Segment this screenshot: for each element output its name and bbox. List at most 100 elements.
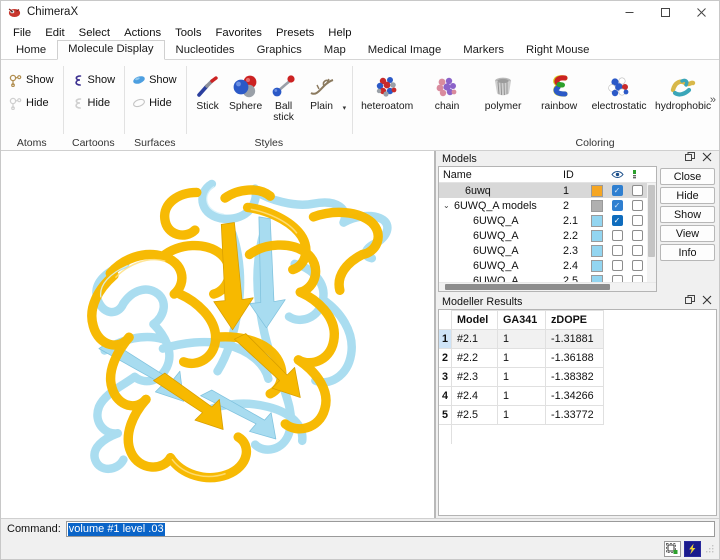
view-model-button[interactable]: View <box>660 225 715 242</box>
tab-map[interactable]: Map <box>313 41 357 60</box>
maximize-button[interactable] <box>647 1 683 23</box>
model-visibility-checkbox[interactable] <box>607 275 627 282</box>
menu-favorites[interactable]: Favorites <box>209 24 269 42</box>
model-select-checkbox[interactable] <box>627 200 647 211</box>
style-stick-button[interactable]: Stick <box>190 70 226 114</box>
table-header-row: Model GA341 zDOPE <box>439 311 604 330</box>
show-model-button[interactable]: Show <box>660 206 715 223</box>
atoms-hide-button[interactable]: Hide <box>5 94 59 112</box>
select-region-icon[interactable] <box>664 541 681 557</box>
color-polymer-button[interactable]: polymer <box>476 70 530 114</box>
hide-model-button[interactable]: Hide <box>660 187 715 204</box>
minimize-button[interactable] <box>611 1 647 23</box>
models-close-icon[interactable] <box>702 152 712 165</box>
ribbon-overflow-button[interactable]: » <box>710 94 716 106</box>
menu-file[interactable]: File <box>6 24 38 42</box>
row-index[interactable]: 4 <box>439 387 452 406</box>
menu-presets[interactable]: Presets <box>269 24 321 42</box>
tab-medical-image[interactable]: Medical Image <box>357 41 452 60</box>
close-model-button[interactable]: Close <box>660 168 715 185</box>
tab-home[interactable]: Home <box>5 41 57 60</box>
model-select-checkbox[interactable] <box>627 260 647 271</box>
modeller-close-icon[interactable] <box>702 295 712 308</box>
models-undock-icon[interactable] <box>685 152 695 165</box>
menu-actions[interactable]: Actions <box>117 24 168 42</box>
styles-dropdown-caret-icon[interactable]: ▾ <box>342 104 349 112</box>
style-plain-button[interactable]: Plain <box>304 70 340 114</box>
model-select-checkbox[interactable] <box>627 215 647 226</box>
surfaces-show-button[interactable]: Show <box>128 71 182 89</box>
table-row[interactable]: 5 #2.5 1 -1.33772 <box>439 406 604 425</box>
modeller-results-table-wrap[interactable]: Model GA341 zDOPE 1 #2.1 1 - <box>438 309 717 516</box>
style-sphere-button[interactable]: Sphere <box>228 70 264 114</box>
model-color-swatch[interactable] <box>587 245 607 257</box>
resize-grip-icon[interactable] <box>705 544 715 554</box>
style-ball-stick-button[interactable]: Ball stick <box>266 70 302 124</box>
model-visibility-checkbox[interactable] <box>607 200 627 211</box>
row-index[interactable]: 5 <box>439 406 452 425</box>
table-row[interactable]: 3 #2.3 1 -1.38382 <box>439 368 604 387</box>
color-bfactor-button[interactable]: b-factor <box>716 70 720 114</box>
model-color-swatch[interactable] <box>587 200 607 212</box>
table-row[interactable]: 6UWQ_A 2.1 <box>439 213 656 228</box>
color-rainbow-button[interactable]: rainbow <box>532 70 586 114</box>
row-index[interactable]: 1 <box>439 330 452 349</box>
table-row[interactable]: 1 #2.1 1 -1.31881 <box>439 330 604 349</box>
menu-edit[interactable]: Edit <box>38 24 71 42</box>
models-vertical-scrollbar[interactable] <box>647 183 656 282</box>
cartoons-hide-button[interactable]: Hide <box>67 94 121 112</box>
info-model-button[interactable]: Info <box>660 244 715 261</box>
model-select-checkbox[interactable] <box>627 245 647 256</box>
modeller-undock-icon[interactable] <box>685 295 695 308</box>
model-visibility-checkbox[interactable] <box>607 185 627 196</box>
tab-markers[interactable]: Markers <box>452 41 515 60</box>
close-button[interactable] <box>683 1 719 23</box>
table-row[interactable]: 4 #2.4 1 -1.34266 <box>439 387 604 406</box>
color-hydrophobic-button[interactable]: hydrophobic <box>652 70 714 114</box>
col-zdope[interactable]: zDOPE <box>546 311 604 330</box>
table-row[interactable]: 6UWQ_A 2.3 <box>439 243 656 258</box>
command-input[interactable]: volume #1 level .03 <box>66 521 715 537</box>
row-index[interactable]: 3 <box>439 368 452 387</box>
model-color-swatch[interactable] <box>587 260 607 272</box>
table-row[interactable]: 6UWQ_A 2.4 <box>439 258 656 273</box>
model-select-checkbox[interactable] <box>627 275 647 282</box>
color-electrostatic-button[interactable]: electrostatic <box>588 70 650 114</box>
menu-select[interactable]: Select <box>72 24 117 42</box>
row-twisty-icon[interactable]: ⌄ <box>443 201 452 210</box>
table-row[interactable]: 6UWQ_A 2.5 <box>439 273 656 282</box>
tab-nucleotides[interactable]: Nucleotides <box>165 41 246 60</box>
table-row[interactable]: 2 #2.2 1 -1.36188 <box>439 349 604 368</box>
model-color-swatch[interactable] <box>587 230 607 242</box>
menu-tools[interactable]: Tools <box>168 24 208 42</box>
color-heteroatom-button[interactable]: heteroatom <box>356 70 418 114</box>
col-ga341[interactable]: GA341 <box>498 311 546 330</box>
model-select-checkbox[interactable] <box>627 185 647 196</box>
model-color-swatch[interactable] <box>587 185 607 197</box>
model-visibility-checkbox[interactable] <box>607 260 627 271</box>
models-horizontal-scrollbar[interactable] <box>439 282 656 291</box>
model-visibility-checkbox[interactable] <box>607 215 627 226</box>
tab-molecule-display[interactable]: Molecule Display <box>57 40 164 60</box>
models-panel-title-bar: Models <box>436 151 719 166</box>
model-color-swatch[interactable] <box>587 215 607 227</box>
model-visibility-checkbox[interactable] <box>607 230 627 241</box>
model-visibility-checkbox[interactable] <box>607 245 627 256</box>
table-row[interactable]: 6uwq 1 <box>439 183 656 198</box>
tab-graphics[interactable]: Graphics <box>246 41 313 60</box>
model-select-checkbox[interactable] <box>627 230 647 241</box>
table-row[interactable]: 6UWQ_A 2.2 <box>439 228 656 243</box>
table-row[interactable]: ⌄6UWQ_A models 2 <box>439 198 656 213</box>
tab-right-mouse[interactable]: Right Mouse <box>515 41 600 60</box>
lightning-icon[interactable] <box>684 541 701 557</box>
color-chain-button[interactable]: chain <box>420 70 474 114</box>
atoms-show-button[interactable]: Show <box>5 71 59 89</box>
model-color-swatch[interactable] <box>587 275 607 283</box>
menu-help[interactable]: Help <box>321 24 358 42</box>
col-model[interactable]: Model <box>452 311 498 330</box>
cartoons-show-button[interactable]: Show <box>67 71 121 89</box>
surfaces-hide-button[interactable]: Hide <box>128 94 182 112</box>
models-tree[interactable]: Name ID <box>438 166 657 292</box>
row-index[interactable]: 2 <box>439 349 452 368</box>
molecular-viewport[interactable] <box>1 151 435 518</box>
